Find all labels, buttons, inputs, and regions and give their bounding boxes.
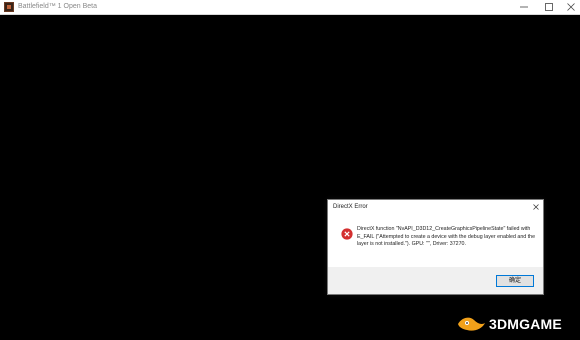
window-title: Battlefield™ 1 Open Beta (18, 3, 97, 10)
close-icon (533, 204, 539, 210)
watermark-text: 3DMGAME (489, 316, 562, 332)
error-icon (341, 228, 353, 240)
dialog-titlebar[interactable]: DirectX Error (328, 200, 543, 214)
maximize-icon (545, 3, 553, 11)
error-message: DirectX function "NvAPI_D3D12_CreateGrap… (357, 226, 536, 248)
close-button[interactable] (560, 0, 580, 14)
minimize-icon (520, 6, 528, 8)
close-icon (567, 3, 575, 11)
maximize-button[interactable] (538, 0, 560, 14)
dialog-footer: 确定 (328, 267, 543, 294)
app-icon (4, 2, 14, 12)
watermark: 3DMGAME (456, 313, 562, 335)
3dm-logo-icon (458, 317, 485, 331)
ok-button[interactable]: 确定 (496, 275, 534, 287)
directx-error-dialog: DirectX Error DirectX function "NvAPI_D3… (327, 199, 544, 295)
dialog-close-button[interactable] (531, 202, 541, 212)
window-titlebar[interactable]: Battlefield™ 1 Open Beta (0, 0, 580, 15)
minimize-button[interactable] (513, 0, 535, 14)
dialog-title: DirectX Error (333, 204, 368, 210)
dialog-body: DirectX function "NvAPI_D3D12_CreateGrap… (328, 214, 543, 267)
